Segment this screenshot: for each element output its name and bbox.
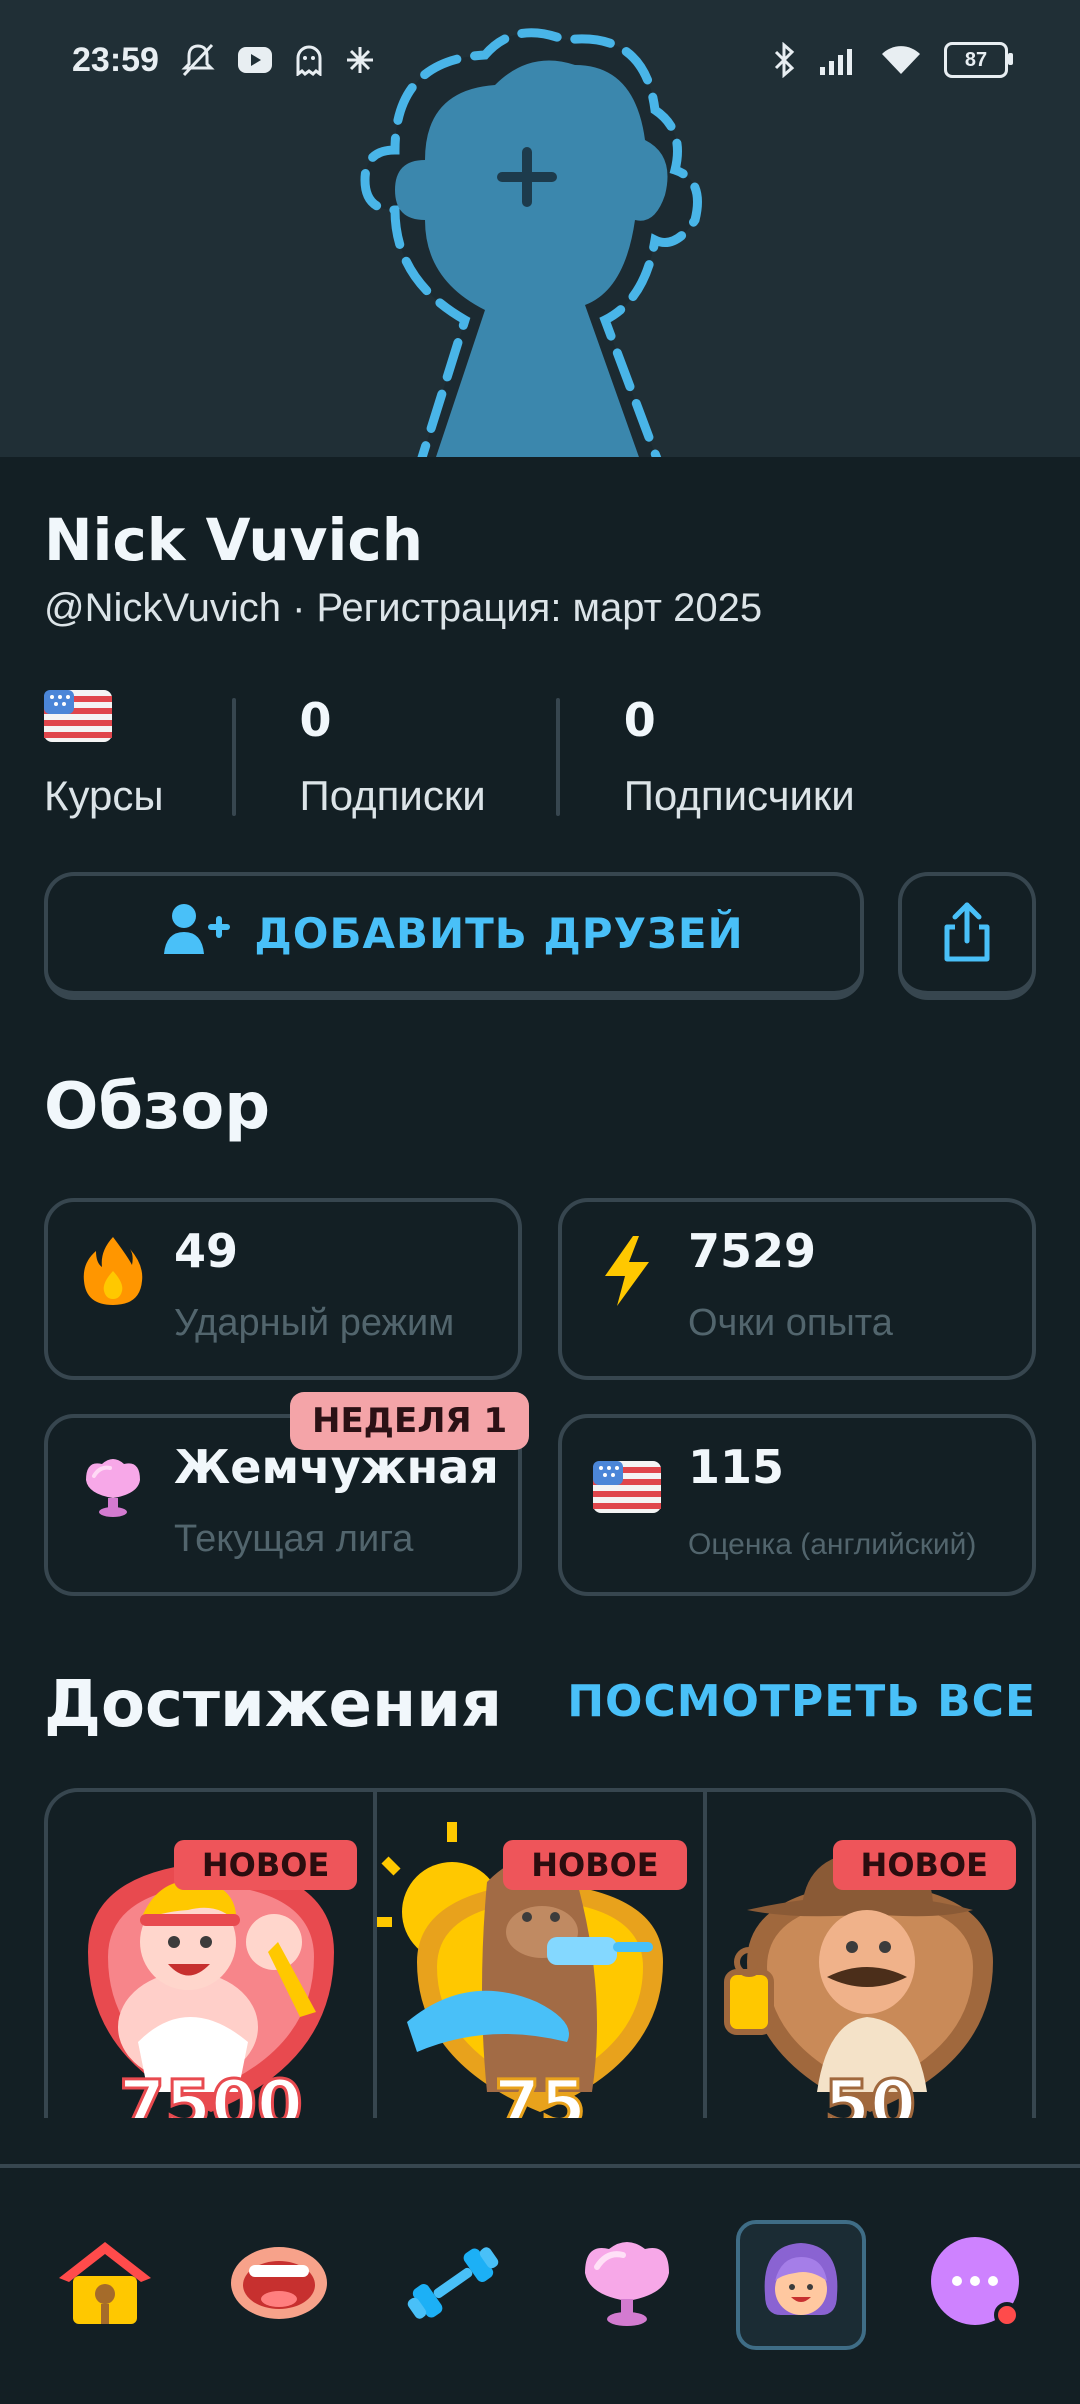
profile-info: Nick Vuvich @NickVuvich · Регистрация: м…: [44, 500, 1036, 631]
nav-more[interactable]: [910, 2220, 1040, 2350]
signal-icon: [818, 45, 858, 75]
league-week-badge: НЕДЕЛЯ 1: [290, 1392, 530, 1450]
new-badge: НОВОЕ: [832, 1840, 1016, 1890]
pearl-league-icon: [78, 1452, 148, 1522]
achievements-list: НОВОЕ 7500 НОВОЕ 75 НОВОЕ 50: [44, 1788, 1036, 2118]
battery-icon: 87: [944, 42, 1013, 78]
username-and-join-date: @NickVuvich · Регистрация: март 2025: [44, 586, 763, 630]
home-icon: [55, 2238, 155, 2332]
achievement-item[interactable]: НОВОЕ 75: [373, 1792, 702, 2118]
view-all-achievements-link[interactable]: ПОСМОТРЕТЬ ВСЕ: [567, 1676, 1036, 1727]
profile-avatar-icon: [751, 2235, 851, 2335]
add-friends-label: ДОБАВИТЬ ДРУЗЕЙ: [254, 909, 744, 958]
ghost-icon: [295, 44, 323, 76]
nav-speaking[interactable]: [214, 2220, 344, 2350]
mouth-icon: [229, 2243, 329, 2327]
following-count: 0: [299, 693, 332, 747]
fire-icon: [78, 1236, 148, 1306]
more-icon: [925, 2235, 1025, 2335]
new-badge: НОВОЕ: [503, 1840, 687, 1890]
followers-stat[interactable]: 0 Подписчики: [624, 690, 855, 820]
add-user-icon: [164, 902, 232, 966]
profile-name: Nick Vuvich: [44, 506, 424, 574]
youtube-icon: [237, 46, 273, 74]
us-flag-icon: [592, 1452, 662, 1522]
courses-stat[interactable]: Курсы: [44, 690, 164, 820]
achievements-title: Достижения: [44, 1668, 503, 1742]
profile-header: 23:59 87: [0, 0, 1080, 457]
courses-label: Курсы: [44, 772, 164, 819]
xp-card[interactable]: 7529 Очки опыта: [558, 1198, 1036, 1380]
bell-muted-icon: [181, 42, 215, 78]
followers-count: 0: [623, 693, 656, 747]
share-icon: [939, 901, 995, 967]
following-label: Подписки: [299, 772, 486, 819]
svg-text:75: 75: [494, 2066, 586, 2118]
new-badge: НОВОЕ: [173, 1840, 358, 1890]
dumbbell-icon: [403, 2238, 503, 2332]
lightning-icon: [592, 1236, 662, 1306]
streak-card[interactable]: 49 Ударный режим: [44, 1198, 522, 1380]
pearl-league-icon: [577, 2235, 677, 2335]
overview-title: Обзор: [44, 1070, 271, 1144]
score-label: Оценка (английский): [688, 1528, 977, 1561]
xp-value: 7529: [688, 1224, 817, 1278]
us-flag-icon: [44, 690, 164, 746]
add-friends-button[interactable]: ДОБАВИТЬ ДРУЗЕЙ: [44, 872, 864, 1000]
nav-leaderboard[interactable]: [562, 2220, 692, 2350]
divider: [231, 698, 236, 816]
svg-text:50: 50: [824, 2066, 916, 2118]
following-stat[interactable]: 0 Подписки: [300, 690, 486, 820]
achievement-item[interactable]: НОВОЕ 50: [702, 1792, 1032, 2118]
streak-label: Ударный режим: [174, 1302, 455, 1344]
score-card[interactable]: 115 Оценка (английский): [558, 1414, 1036, 1596]
sparkle-icon: [345, 45, 375, 75]
clock: 23:59: [72, 40, 159, 79]
score-value: 115: [688, 1440, 785, 1494]
nav-practice[interactable]: [388, 2220, 518, 2350]
achievement-item[interactable]: НОВОЕ 7500: [48, 1792, 373, 2118]
xp-label: Очки опыта: [688, 1302, 893, 1344]
share-button[interactable]: [898, 872, 1036, 1000]
status-bar: 23:59 87: [0, 0, 1080, 120]
wifi-icon: [880, 44, 922, 76]
stats-row: Курсы 0 Подписки 0 Подписчики: [44, 690, 1036, 830]
svg-text:7500: 7500: [119, 2066, 303, 2118]
streak-value: 49: [174, 1224, 239, 1278]
nav-profile[interactable]: [736, 2220, 866, 2350]
league-label: Текущая лига: [174, 1518, 414, 1560]
bottom-navigation: [0, 2164, 1080, 2404]
nav-home[interactable]: [40, 2220, 170, 2350]
divider: [555, 698, 560, 816]
bluetooth-icon: [772, 42, 796, 78]
followers-label: Подписчики: [623, 772, 855, 819]
